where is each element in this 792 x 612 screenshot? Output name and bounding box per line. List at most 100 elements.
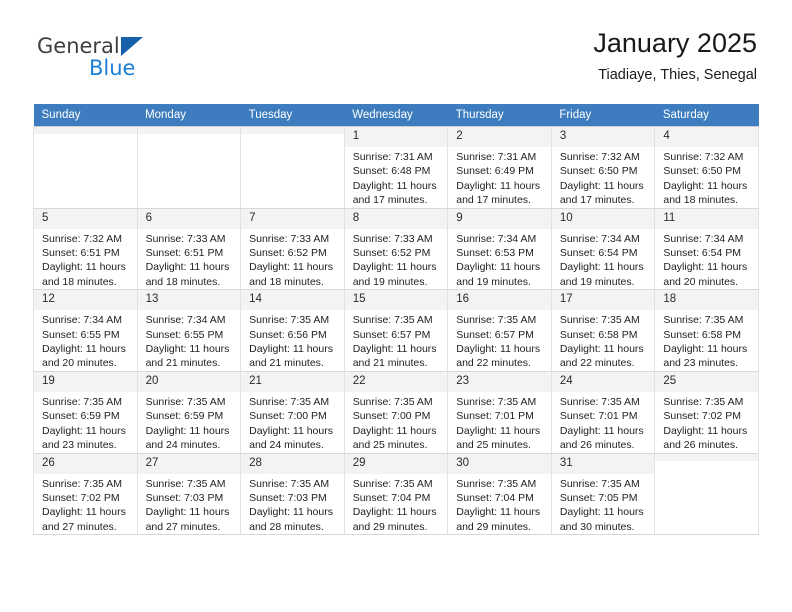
day-daylight2-text: and 18 minutes.	[249, 275, 324, 288]
weekday-header-tuesday: Tuesday	[240, 104, 345, 127]
day-details: Sunrise: 7:31 AM Sunset: 6:48 PM Daylight:…	[345, 147, 448, 208]
day-daylight2-text: and 26 minutes.	[559, 439, 635, 452]
day-sunrise-text: Sunrise: 7:35 AM	[145, 477, 226, 490]
day-daylight1-text: Daylight: 11 hours	[456, 506, 541, 519]
weekday-header-saturday: Saturday	[654, 104, 759, 127]
calendar-day-cell[interactable]: 6 Sunrise: 7:33 AM Sunset: 6:51 PM Daylight…	[136, 207, 242, 291]
general-blue-logo[interactable]: General Blue	[33, 34, 183, 88]
calendar-day-cell[interactable]: 12 Sunrise: 7:34 AM Sunset: 6:55 PM Dayligh…	[33, 289, 138, 372]
day-number: 20	[137, 371, 241, 392]
calendar-day-cell[interactable]: 17 Sunrise: 7:35 AM Sunset: 6:58 PM Dayligh…	[550, 289, 656, 372]
calendar-day-cell[interactable]: 20 Sunrise: 7:35 AM Sunset: 6:59 PM Dayligh…	[136, 370, 242, 454]
calendar-cell-empty	[240, 126, 345, 209]
day-number: 31	[551, 453, 655, 474]
calendar-week-row: 1 Sunrise: 7:31 AM Sunset: 6:48 PM Daylight…	[33, 126, 759, 209]
day-sunrise-text: Sunrise: 7:35 AM	[559, 477, 640, 490]
day-sunset-text: Sunset: 7:03 PM	[145, 491, 224, 504]
day-daylight1-text: Daylight: 11 hours	[559, 506, 644, 519]
day-number	[241, 127, 344, 134]
calendar-day-cell[interactable]: 1 Sunrise: 7:31 AM Sunset: 6:48 PM Daylight…	[343, 126, 449, 209]
day-sunrise-text: Sunrise: 7:34 AM	[456, 232, 537, 245]
day-daylight1-text: Daylight: 11 hours	[145, 506, 230, 519]
day-details: Sunrise: 7:34 AM Sunset: 6:55 PM Daylight:…	[138, 310, 241, 371]
calendar-day-cell[interactable]: 11 Sunrise: 7:34 AM Sunset: 6:54 PM Dayligh…	[654, 207, 759, 291]
day-cell-inner: 13 Sunrise: 7:34 AM Sunset: 6:55 PM Dayligh…	[137, 290, 241, 371]
day-cell-inner: 29 Sunrise: 7:35 AM Sunset: 7:04 PM Dayligh…	[344, 453, 448, 535]
day-sunset-text: Sunset: 6:58 PM	[663, 328, 742, 341]
day-details: Sunrise: 7:35 AM Sunset: 7:04 PM Daylight:…	[345, 474, 448, 535]
calendar-cell-empty	[654, 452, 759, 536]
calendar-day-cell[interactable]: 19 Sunrise: 7:35 AM Sunset: 6:59 PM Dayligh…	[33, 370, 138, 454]
day-number: 30	[448, 453, 551, 474]
day-number: 11	[655, 208, 758, 229]
calendar-day-cell[interactable]: 27 Sunrise: 7:35 AM Sunset: 7:03 PM Dayligh…	[136, 452, 242, 536]
calendar-day-cell[interactable]: 5 Sunrise: 7:32 AM Sunset: 6:51 PM Daylight…	[33, 207, 138, 291]
day-number: 17	[551, 290, 655, 311]
calendar-day-cell[interactable]: 9 Sunrise: 7:34 AM Sunset: 6:53 PM Daylight…	[447, 207, 552, 291]
day-details: Sunrise: 7:33 AM Sunset: 6:52 PM Daylight:…	[345, 229, 448, 290]
calendar-day-cell[interactable]: 26 Sunrise: 7:35 AM Sunset: 7:02 PM Dayligh…	[33, 452, 138, 536]
calendar-day-cell[interactable]: 28 Sunrise: 7:35 AM Sunset: 7:03 PM Dayligh…	[240, 452, 345, 536]
day-sunset-text: Sunset: 6:54 PM	[559, 247, 638, 260]
day-daylight2-text: and 24 minutes.	[249, 439, 324, 452]
calendar-day-cell[interactable]: 15 Sunrise: 7:35 AM Sunset: 6:57 PM Dayligh…	[343, 289, 449, 372]
day-details: Sunrise: 7:35 AM Sunset: 7:00 PM Daylight:…	[241, 392, 344, 453]
day-cell-inner: 10 Sunrise: 7:34 AM Sunset: 6:54 PM Dayligh…	[551, 208, 655, 290]
day-cell-inner: 23 Sunrise: 7:35 AM Sunset: 7:01 PM Dayligh…	[448, 371, 551, 453]
title-block: January 2025 Tiadiaye, Thies, Senegal	[593, 26, 757, 86]
day-cell-inner	[655, 453, 758, 535]
calendar-cell-empty	[136, 126, 242, 209]
day-daylight1-text: Daylight: 11 hours	[42, 261, 126, 274]
day-sunset-text: Sunset: 6:51 PM	[145, 247, 224, 260]
day-daylight2-text: and 19 minutes.	[456, 275, 531, 288]
calendar-day-cell[interactable]: 13 Sunrise: 7:34 AM Sunset: 6:55 PM Dayligh…	[136, 289, 242, 372]
day-number: 3	[551, 127, 655, 147]
calendar-day-cell[interactable]: 23 Sunrise: 7:35 AM Sunset: 7:01 PM Dayligh…	[447, 370, 552, 454]
calendar-day-cell[interactable]: 16 Sunrise: 7:35 AM Sunset: 6:57 PM Dayligh…	[447, 289, 552, 372]
day-cell-inner: 8 Sunrise: 7:33 AM Sunset: 6:52 PM Daylight…	[344, 208, 448, 290]
day-details: Sunrise: 7:35 AM Sunset: 7:01 PM Daylight:…	[552, 392, 655, 453]
day-cell-inner: 11 Sunrise: 7:34 AM Sunset: 6:54 PM Dayligh…	[655, 208, 758, 290]
day-sunset-text: Sunset: 6:48 PM	[352, 165, 431, 178]
day-details: Sunrise: 7:33 AM Sunset: 6:51 PM Daylight:…	[138, 229, 241, 290]
day-daylight2-text: and 21 minutes.	[145, 357, 221, 370]
day-number: 13	[137, 290, 241, 311]
day-sunset-text: Sunset: 6:50 PM	[663, 165, 742, 178]
calendar-day-cell[interactable]: 31 Sunrise: 7:35 AM Sunset: 7:05 PM Dayligh…	[550, 452, 656, 536]
day-sunrise-text: Sunrise: 7:34 AM	[42, 314, 122, 327]
calendar-week-row: 12 Sunrise: 7:34 AM Sunset: 6:55 PM Dayligh…	[33, 289, 759, 372]
day-number: 14	[241, 290, 344, 311]
day-daylight2-text: and 25 minutes.	[456, 439, 531, 452]
day-sunset-text: Sunset: 6:57 PM	[352, 328, 431, 341]
day-daylight2-text: and 19 minutes.	[352, 275, 428, 288]
calendar-day-cell[interactable]: 21 Sunrise: 7:35 AM Sunset: 7:00 PM Dayligh…	[240, 370, 345, 454]
calendar-day-cell[interactable]: 18 Sunrise: 7:35 AM Sunset: 6:58 PM Dayligh…	[654, 289, 759, 372]
day-number: 26	[34, 453, 137, 474]
calendar-day-cell[interactable]: 22 Sunrise: 7:35 AM Sunset: 7:00 PM Dayligh…	[343, 370, 449, 454]
calendar-day-cell[interactable]: 3 Sunrise: 7:32 AM Sunset: 6:50 PM Daylight…	[550, 126, 656, 209]
calendar-day-cell[interactable]: 2 Sunrise: 7:31 AM Sunset: 6:49 PM Daylight…	[447, 126, 552, 209]
day-number: 9	[448, 208, 551, 229]
calendar-day-cell[interactable]: 8 Sunrise: 7:33 AM Sunset: 6:52 PM Daylight…	[343, 207, 449, 291]
calendar-day-cell[interactable]: 24 Sunrise: 7:35 AM Sunset: 7:01 PM Dayligh…	[550, 370, 656, 454]
day-cell-inner: 14 Sunrise: 7:35 AM Sunset: 6:56 PM Dayligh…	[241, 290, 344, 371]
calendar-day-cell[interactable]: 30 Sunrise: 7:35 AM Sunset: 7:04 PM Dayligh…	[447, 452, 552, 536]
calendar-day-cell[interactable]: 25 Sunrise: 7:35 AM Sunset: 7:02 PM Dayligh…	[654, 370, 759, 454]
day-cell-inner	[34, 127, 137, 208]
day-details: Sunrise: 7:35 AM Sunset: 7:03 PM Daylight:…	[138, 474, 241, 535]
calendar-day-cell[interactable]: 14 Sunrise: 7:35 AM Sunset: 6:56 PM Dayligh…	[240, 289, 345, 372]
day-sunset-text: Sunset: 7:00 PM	[352, 410, 431, 423]
calendar-page: General Blue January 2025 Tiadiaye, Thie…	[0, 0, 792, 612]
calendar-day-cell[interactable]: 10 Sunrise: 7:34 AM Sunset: 6:54 PM Dayligh…	[550, 207, 656, 291]
day-daylight2-text: and 24 minutes.	[145, 439, 221, 452]
day-cell-inner: 26 Sunrise: 7:35 AM Sunset: 7:02 PM Dayligh…	[34, 453, 137, 535]
day-sunset-text: Sunset: 6:54 PM	[663, 247, 742, 260]
calendar-day-cell[interactable]: 29 Sunrise: 7:35 AM Sunset: 7:04 PM Dayligh…	[343, 452, 449, 536]
day-number: 15	[344, 290, 448, 311]
day-daylight2-text: and 20 minutes.	[663, 275, 739, 288]
calendar-day-cell[interactable]: 7 Sunrise: 7:33 AM Sunset: 6:52 PM Daylight…	[240, 207, 345, 291]
day-sunrise-text: Sunrise: 7:33 AM	[352, 232, 433, 245]
day-daylight1-text: Daylight: 11 hours	[456, 179, 541, 192]
calendar-day-cell[interactable]: 4 Sunrise: 7:32 AM Sunset: 6:50 PM Daylight…	[654, 126, 759, 209]
calendar-table: Sunday Monday Tuesday Wednesday Thursday…	[33, 104, 759, 536]
